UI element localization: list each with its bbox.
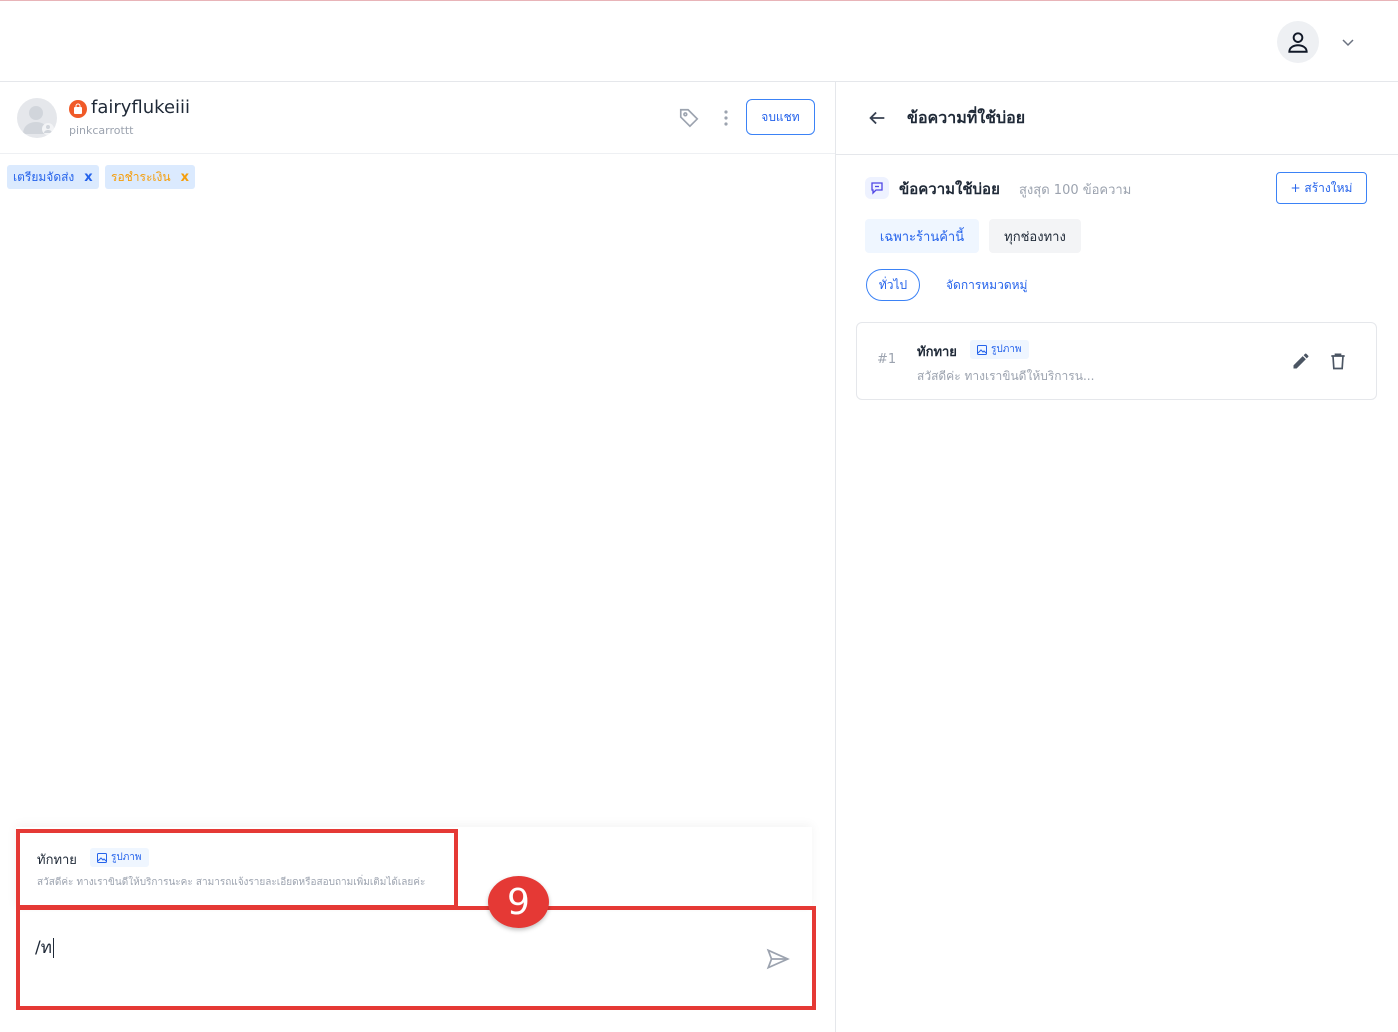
customer-name: fairyflukeiii — [91, 97, 191, 118]
user-avatar-button[interactable] — [1277, 21, 1319, 63]
quick-reply-item[interactable]: #1 ทักทาย รูปภาพ สวัสดีค่ะ ทางเราขินดีให… — [856, 322, 1377, 400]
remove-tag-button[interactable]: x — [181, 170, 189, 185]
chat-header: fairyflukeiii pinkcarrottt จบแชท — [0, 82, 835, 154]
section-title: ข้อความใช้บ่อย — [899, 180, 1000, 198]
remove-tag-button[interactable]: x — [84, 170, 92, 185]
tag-label: รอชำระเงิน — [111, 169, 171, 184]
end-chat-button[interactable]: จบแชท — [746, 99, 815, 135]
create-new-button[interactable]: + สร้างใหม่ — [1276, 172, 1367, 204]
tag-icon[interactable] — [678, 107, 700, 129]
more-vertical-icon[interactable] — [716, 107, 736, 129]
chevron-down-icon[interactable] — [1338, 32, 1358, 52]
trash-icon[interactable] — [1328, 351, 1348, 371]
image-icon — [977, 344, 987, 355]
tab-all-channels[interactable]: ทุกช่องทาง — [989, 219, 1081, 253]
highlight-box — [16, 906, 816, 1010]
person-placeholder-icon — [23, 106, 54, 135]
image-badge-label: รูปภาพ — [991, 344, 1022, 355]
chat-panel: fairyflukeiii pinkcarrottt จบแชท เตรียมจ… — [0, 82, 836, 1032]
user-icon — [1288, 32, 1308, 53]
message-icon — [865, 177, 889, 199]
panel-title: ข้อความที่ใช้บ่อย — [907, 108, 1026, 127]
arrow-left-icon[interactable] — [866, 107, 888, 129]
item-preview: สวัสดีค่ะ ทางเราขินดีให้บริการน... — [917, 369, 1095, 383]
quick-replies-panel: ข้อความที่ใช้บ่อย ข้อความใช้บ่อย สูงสุด … — [836, 82, 1398, 1032]
panel-header: ข้อความที่ใช้บ่อย — [836, 82, 1398, 155]
manage-categories-link[interactable]: จัดการหมวดหมู่ — [946, 276, 1027, 295]
tab-this-shop[interactable]: เฉพาะร้านค้านี้ — [865, 219, 979, 253]
customer-handle: pinkcarrottt — [69, 124, 134, 137]
top-header — [0, 1, 1398, 82]
tag-label: เตรียมจัดส่ง — [13, 169, 75, 184]
customer-avatar — [17, 98, 57, 138]
shop-icon — [69, 100, 87, 118]
category-general[interactable]: ทั่วไป — [866, 269, 920, 301]
tag-chip: รอชำระเงิน x — [105, 165, 195, 189]
tag-chip: เตรียมจัดส่ง x — [7, 165, 99, 189]
item-number: #1 — [877, 352, 897, 367]
highlight-box — [16, 829, 458, 909]
item-title: ทักทาย — [917, 345, 957, 360]
step-number-badge: 9 — [488, 876, 549, 928]
image-badge: รูปภาพ — [970, 340, 1029, 359]
section-limit: สูงสุด 100 ข้อความ — [1019, 183, 1132, 198]
pencil-icon[interactable] — [1291, 351, 1311, 371]
